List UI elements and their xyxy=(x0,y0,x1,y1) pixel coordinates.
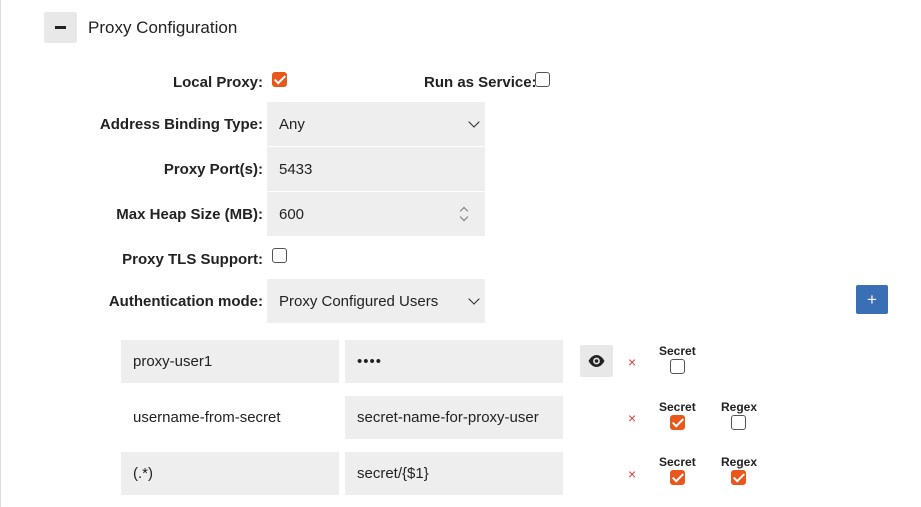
regex-checkbox[interactable] xyxy=(731,470,746,485)
regex-label: Regex xyxy=(721,400,758,414)
number-spinner-icon[interactable] xyxy=(459,205,469,223)
proxy-ports-input[interactable]: 5433 xyxy=(267,147,485,191)
secret-label: Secret xyxy=(659,400,696,414)
auth-mode-label: Authentication mode: xyxy=(108,293,263,310)
username-input[interactable]: (.*) xyxy=(121,452,339,495)
remove-user-button[interactable]: × xyxy=(628,354,636,370)
proxy-ports-value: 5433 xyxy=(279,160,313,178)
run-as-service-checkbox[interactable] xyxy=(535,72,550,87)
secret-label: Secret xyxy=(659,455,696,469)
chevron-down-icon xyxy=(468,293,480,305)
eye-icon xyxy=(588,355,605,367)
username-value: proxy-user1 xyxy=(133,353,213,370)
add-user-button[interactable]: + xyxy=(856,285,888,314)
password-value: •••• xyxy=(357,353,383,370)
max-heap-value: 600 xyxy=(279,205,305,223)
username-input[interactable]: proxy-user1 xyxy=(121,340,339,383)
address-binding-select[interactable]: Any xyxy=(267,102,485,146)
remove-user-button[interactable]: × xyxy=(628,410,636,426)
chevron-down-icon xyxy=(468,116,480,128)
collapse-section-button[interactable] xyxy=(44,12,77,43)
tls-label: Proxy TLS Support: xyxy=(122,251,263,268)
secret-checkbox[interactable] xyxy=(670,470,685,485)
max-heap-label: Max Heap Size (MB): xyxy=(116,206,263,223)
password-input[interactable]: •••• xyxy=(345,340,563,383)
username-input[interactable]: username-from-secret xyxy=(121,396,339,439)
address-binding-label: Address Binding Type: xyxy=(99,116,263,133)
local-proxy-label: Local Proxy: xyxy=(172,74,263,91)
secret-checkbox[interactable] xyxy=(670,359,685,374)
username-value: (.*) xyxy=(133,465,153,482)
panel-border xyxy=(0,0,1,507)
regex-checkbox[interactable] xyxy=(731,415,746,430)
minus-icon xyxy=(55,26,66,29)
password-input[interactable]: secret/{$1} xyxy=(345,452,563,495)
section-title: Proxy Configuration xyxy=(88,18,238,37)
proxy-ports-label: Proxy Port(s): xyxy=(163,161,263,178)
tls-checkbox[interactable] xyxy=(272,248,287,263)
secret-checkbox[interactable] xyxy=(670,415,685,430)
regex-label: Regex xyxy=(721,455,758,469)
run-as-service-label: Run as Service: xyxy=(424,74,537,91)
address-binding-value: Any xyxy=(279,115,305,133)
password-input[interactable]: secret-name-for-proxy-user xyxy=(345,396,563,439)
password-value: secret/{$1} xyxy=(357,465,429,482)
local-proxy-checkbox[interactable] xyxy=(272,72,287,87)
auth-mode-select[interactable]: Proxy Configured Users xyxy=(267,279,485,323)
remove-user-button[interactable]: × xyxy=(628,466,636,482)
max-heap-input[interactable]: 600 xyxy=(267,192,485,236)
auth-mode-value: Proxy Configured Users xyxy=(279,292,439,310)
password-value: secret-name-for-proxy-user xyxy=(357,409,539,426)
show-password-button[interactable] xyxy=(580,345,613,377)
username-value: username-from-secret xyxy=(133,409,281,426)
secret-label: Secret xyxy=(659,344,696,358)
